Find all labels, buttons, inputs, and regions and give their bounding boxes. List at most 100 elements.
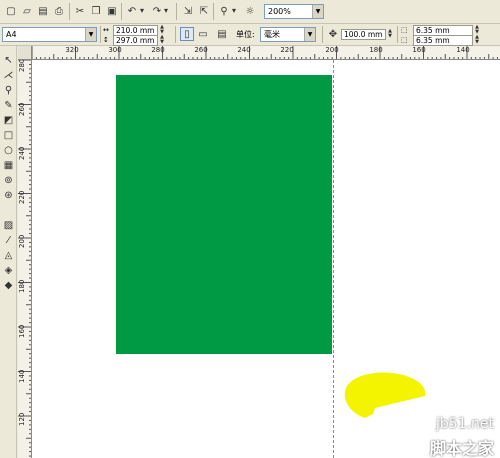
- toolbar-separator: [322, 26, 323, 43]
- units-combo[interactable]: 毫米 ▼: [260, 27, 316, 42]
- freehand-tool-icon[interactable]: ✎: [1, 99, 16, 112]
- nudge-distance-field[interactable]: 100.0 mm: [341, 29, 386, 40]
- ruler-label: 160: [412, 46, 426, 54]
- toolbar-separator: [100, 26, 101, 43]
- all-pages-icon[interactable]: ▤: [215, 27, 229, 41]
- ruler-label: 220: [18, 190, 26, 204]
- ruler-label: 200: [325, 46, 339, 54]
- duplicate-distance-y-spinner[interactable]: ▲ ▼: [473, 35, 481, 46]
- ruler-label: 140: [18, 369, 26, 383]
- ruler-label: 240: [18, 146, 26, 160]
- ruler-label: 180: [18, 279, 26, 293]
- chevron-down-icon[interactable]: ▼: [304, 28, 315, 41]
- ruler-label: 160: [18, 324, 26, 338]
- ruler-label: 260: [18, 102, 26, 116]
- ruler-label: 140: [456, 46, 470, 54]
- application-launcher-icon[interactable]: ⚲: [217, 4, 231, 18]
- interactive-blend-tool-icon[interactable]: ▨: [1, 219, 16, 232]
- chevron-down-icon[interactable]: ▼: [312, 5, 323, 18]
- print-icon[interactable]: ⎙: [52, 4, 66, 18]
- shape-tool-icon[interactable]: ⋌: [1, 69, 16, 82]
- watermark-name: 脚本之家: [429, 439, 494, 458]
- drawing-canvas[interactable]: jb51.net 脚本之家: [32, 60, 500, 458]
- toolbar-separator: [176, 3, 177, 20]
- width-icon: ↔: [103, 26, 109, 34]
- cut-icon[interactable]: ✂: [73, 4, 87, 18]
- vertical-ruler[interactable]: 280 260 240 220 200 180 160 140 120: [18, 60, 32, 458]
- welcome-screen-icon[interactable]: ☼: [243, 4, 257, 18]
- page-height-spinner[interactable]: ▲ ▼: [158, 35, 166, 46]
- toolbar-separator: [121, 3, 122, 20]
- duplicate-distance-y-field[interactable]: 6.35 mm: [413, 35, 473, 46]
- open-icon[interactable]: ▱: [20, 4, 34, 18]
- graph-paper-tool-icon[interactable]: ▦: [1, 159, 16, 172]
- duplicate-y-icon: ⬚: [401, 36, 408, 44]
- zoom-level-value: 200%: [268, 7, 291, 16]
- new-file-icon[interactable]: ▢: [4, 4, 18, 18]
- toolbar-separator: [213, 3, 214, 20]
- watermark-url: jb51.net: [435, 416, 494, 432]
- undo-icon[interactable]: ↶: [125, 4, 139, 18]
- text-tool-icon[interactable]: ⊛: [1, 189, 16, 202]
- ruler-label: 180: [369, 46, 383, 54]
- outline-tool-icon[interactable]: ◬: [1, 249, 16, 262]
- horizontal-ruler[interactable]: 320 300 280 260 240 220 200 180 160 140: [32, 46, 500, 60]
- toolbar-separator: [175, 26, 176, 43]
- nudge-distance-value: 100.0 mm: [344, 30, 383, 39]
- nudge-icon: ✥: [328, 28, 338, 40]
- property-bar: A4 ▼ ↔ 210.0 mm ▲ ▼ ↕ 297.0 mm ▲ ▼ ▯ ▭ ▤ 单…: [0, 24, 500, 46]
- import-icon[interactable]: ⇲: [181, 4, 195, 18]
- page-height-field[interactable]: 297.0 mm: [113, 35, 158, 46]
- smart-fill-tool-icon[interactable]: ◩: [1, 114, 16, 127]
- vertical-ruler-ticks: [18, 60, 31, 457]
- chevron-down-icon[interactable]: ▼: [85, 28, 96, 41]
- chevron-down-icon[interactable]: ▾: [140, 6, 144, 15]
- ruler-label: 300: [108, 46, 122, 54]
- ruler-label: 200: [18, 234, 26, 248]
- page-height-value: 297.0 mm: [116, 36, 155, 45]
- units-label: 单位:: [236, 30, 255, 39]
- paste-icon[interactable]: ▣: [105, 4, 119, 18]
- eyedropper-tool-icon[interactable]: ⁄: [1, 234, 16, 247]
- standard-toolbar: ▢ ▱ ▤ ⎙ ✂ ❐ ▣ ↶ ▾ ↷ ▾ ⇲ ⇱ ⚲ ▾ ☼ 200% ▼: [0, 0, 500, 24]
- page-width-value: 210.0 mm: [116, 26, 155, 35]
- portrait-icon[interactable]: ▯: [180, 27, 194, 41]
- copy-icon[interactable]: ❐: [89, 4, 103, 18]
- paper-size-combo[interactable]: A4 ▼: [2, 27, 97, 42]
- export-icon[interactable]: ⇱: [197, 4, 211, 18]
- paper-size-value: A4: [6, 30, 17, 39]
- zoom-tool-icon[interactable]: ⚲: [1, 84, 16, 97]
- toolbox: ↖ ⋌ ⚲ ✎ ◩ □ ○ ▦ ⊚ ⊛ ▨ ⁄ ◬ ◈ ◆: [0, 46, 17, 458]
- ruler-label: 240: [237, 46, 251, 54]
- toolbar-separator: [397, 26, 398, 43]
- ruler-label: 320: [65, 46, 79, 54]
- watermark: jb51.net 脚本之家: [388, 408, 498, 458]
- ruler-label: 120: [18, 412, 26, 426]
- ruler-corner[interactable]: [18, 46, 32, 60]
- chevron-down-icon[interactable]: ▾: [164, 6, 168, 15]
- duplicate-distance-y-value: 6.35 mm: [416, 36, 450, 45]
- ruler-label: 280: [151, 46, 165, 54]
- ruler-label: 280: [18, 60, 26, 72]
- green-rectangle[interactable]: [116, 75, 332, 354]
- units-value: 毫米: [264, 30, 280, 39]
- duplicate-x-icon: ⬚: [401, 26, 408, 34]
- save-icon[interactable]: ▤: [36, 4, 50, 18]
- toolbar-separator: [69, 3, 70, 20]
- rectangle-tool-icon[interactable]: □: [1, 129, 16, 142]
- fill-tool-icon[interactable]: ◈: [1, 264, 16, 277]
- height-icon: ↕: [103, 36, 109, 44]
- duplicate-distance-x-value: 6.35 mm: [416, 26, 450, 35]
- nudge-distance-spinner[interactable]: ▲ ▼: [386, 29, 394, 40]
- landscape-icon[interactable]: ▭: [196, 27, 210, 41]
- pick-tool-icon[interactable]: ↖: [1, 54, 16, 67]
- chevron-down-icon[interactable]: ▾: [232, 6, 236, 15]
- ruler-label: 220: [280, 46, 294, 54]
- ellipse-tool-icon[interactable]: ○: [1, 144, 16, 157]
- ruler-label: 260: [194, 46, 208, 54]
- horizontal-ruler-ticks: [32, 46, 498, 59]
- zoom-level-combo[interactable]: 200% ▼: [264, 4, 324, 19]
- redo-icon[interactable]: ↷: [150, 4, 164, 18]
- basic-shapes-tool-icon[interactable]: ⊚: [1, 174, 16, 187]
- interactive-fill-tool-icon[interactable]: ◆: [1, 279, 16, 292]
